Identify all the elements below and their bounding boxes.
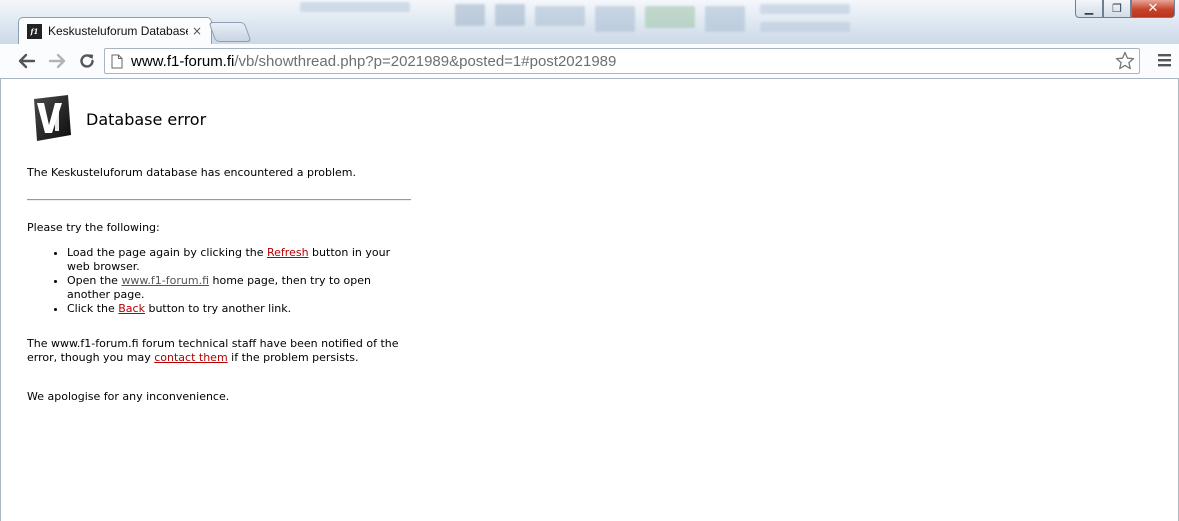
back-button[interactable]: [14, 48, 40, 74]
intro-text: The Keskusteluforum database has encount…: [27, 166, 357, 179]
close-icon: ✕: [1147, 1, 1159, 16]
page-title: Database error: [86, 110, 207, 129]
restore-icon: ❐: [1112, 2, 1122, 15]
close-window-button[interactable]: ✕: [1131, 0, 1175, 18]
homepage-link[interactable]: www.f1-forum.fi: [121, 274, 209, 287]
reload-icon: [80, 54, 94, 68]
url-path: /vb/showthread.php?p=2021989&posted=1#po…: [234, 52, 617, 70]
page-viewport: Database error The Keskusteluforum datab…: [0, 79, 1179, 521]
browser-tab[interactable]: f1 Keskusteluforum Database ×: [18, 17, 212, 44]
list-item: Open the www.f1-forum.fi home page, then…: [67, 274, 411, 302]
tab-close-icon[interactable]: ×: [192, 24, 202, 38]
forward-button[interactable]: [44, 48, 70, 74]
address-bar[interactable]: www.f1-forum.fi/vb/showthread.php?p=2021…: [104, 48, 1140, 74]
list-item: Load the page again by clicking the Refr…: [67, 246, 411, 274]
minimize-icon: ▁: [1084, 2, 1094, 15]
restore-button[interactable]: ❐: [1103, 0, 1131, 18]
refresh-link[interactable]: Refresh: [267, 246, 309, 259]
page-icon: [111, 54, 123, 68]
minimize-button[interactable]: ▁: [1075, 0, 1103, 18]
list-item: Click the Back button to try another lin…: [67, 302, 411, 316]
vbulletin-logo: [34, 95, 71, 141]
window-controls: ▁ ❐ ✕: [1075, 0, 1175, 18]
forward-arrow-icon: [48, 53, 66, 69]
back-arrow-icon: [18, 53, 36, 69]
reload-button[interactable]: [74, 48, 100, 74]
suggestions-heading: Please try the following:: [27, 221, 160, 234]
tab-title: Keskusteluforum Database: [48, 24, 188, 38]
menu-icon[interactable]: [1157, 52, 1173, 68]
url-text: www.f1-forum.fi/vb/showthread.php?p=2021…: [131, 53, 616, 70]
staff-notified-text: The www.f1-forum.fi forum technical staf…: [27, 337, 399, 364]
contact-link[interactable]: contact them: [154, 351, 227, 364]
apology-text: We apologise for any inconvenience.: [27, 390, 230, 403]
suggestion-list: Load the page again by clicking the Refr…: [27, 246, 411, 316]
favicon-icon: f1: [27, 23, 42, 39]
back-link[interactable]: Back: [118, 302, 145, 315]
new-tab-button[interactable]: [208, 22, 252, 42]
browser-toolbar: www.f1-forum.fi/vb/showthread.php?p=2021…: [0, 44, 1179, 79]
bookmark-star-icon[interactable]: [1115, 51, 1135, 71]
url-host: www.f1-forum.fi: [131, 52, 235, 70]
divider: [27, 199, 411, 201]
